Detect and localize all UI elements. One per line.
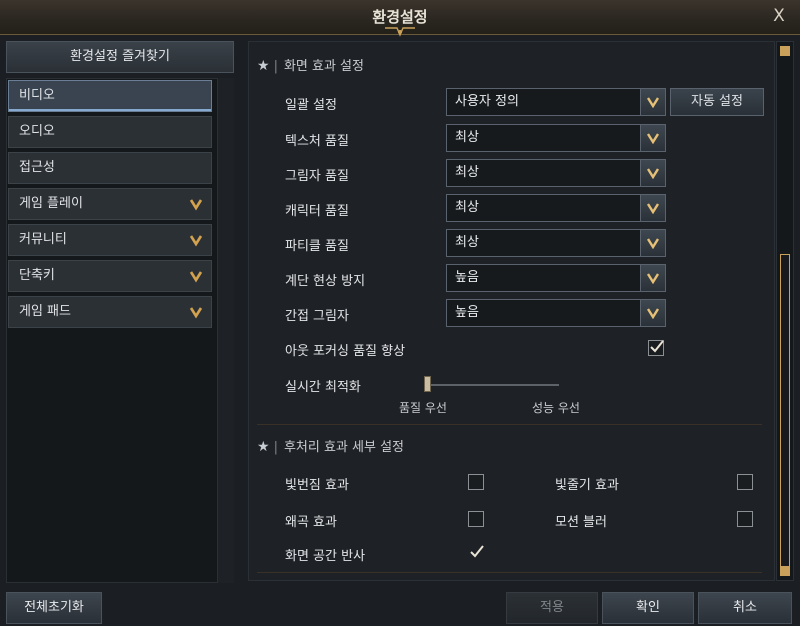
section-title: 화면 효과 설정 — [283, 59, 364, 74]
preset-dropdown[interactable]: 사용자 정의 — [446, 88, 666, 116]
distortion-label: 왜곡 효과 — [285, 515, 337, 530]
section-divider — [257, 424, 762, 425]
ssr-label: 화면 공간 반사 — [285, 549, 366, 564]
chevron-down-icon — [189, 235, 203, 247]
light-shaft-checkbox[interactable] — [737, 474, 753, 490]
auto-setting-button[interactable]: 자동 설정 — [670, 88, 764, 116]
dropdown-value: 높음 — [455, 270, 479, 285]
chevron-down-icon[interactable] — [640, 194, 666, 222]
section-title: 후처리 효과 세부 설정 — [283, 440, 404, 455]
dropdown-value: 최상 — [455, 130, 479, 145]
reset-all-button[interactable]: 전체초기화 — [6, 592, 102, 624]
category-scrollbar[interactable] — [217, 78, 234, 583]
chevron-down-icon[interactable] — [640, 124, 666, 152]
texture-quality-label: 텍스처 품질 — [285, 134, 349, 149]
sidebar-item-label: 게임 패드 — [19, 304, 71, 319]
scroll-down-arrow[interactable] — [780, 566, 790, 576]
slider-min-label: 품질 우선 — [399, 401, 447, 415]
character-quality-dropdown[interactable]: 최상 — [446, 194, 666, 222]
sidebar-item-video[interactable]: 비디오 — [8, 80, 212, 112]
star-icon: ★ — [257, 58, 270, 74]
close-button[interactable]: X — [768, 5, 790, 27]
sidebar-item-shortcuts[interactable]: 단축키 — [8, 260, 212, 292]
window-title: 환경설정 — [372, 8, 428, 26]
chevron-down-icon — [189, 307, 203, 319]
sidebar-item-accessibility[interactable]: 접근성 — [8, 152, 212, 184]
distortion-checkbox[interactable] — [468, 511, 484, 527]
apply-button[interactable]: 적용 — [506, 592, 598, 624]
chevron-down-icon[interactable] — [640, 88, 666, 116]
dropdown-value: 최상 — [455, 165, 479, 180]
star-icon: ★ — [257, 439, 270, 455]
realtime-slider-track[interactable] — [427, 384, 559, 386]
motion-blur-checkbox[interactable] — [737, 511, 753, 527]
section-header-screen-effects: ★ | 화면 효과 설정 — [257, 58, 364, 74]
scroll-thumb[interactable] — [780, 254, 790, 574]
slider-max-label: 성능 우선 — [532, 401, 580, 415]
dropdown-value: 사용자 정의 — [455, 94, 519, 109]
check-icon — [650, 340, 664, 353]
title-bar: 환경설정 X — [0, 0, 800, 37]
particle-quality-dropdown[interactable]: 최상 — [446, 229, 666, 257]
chevron-down-icon — [189, 271, 203, 283]
sidebar-item-label: 오디오 — [19, 124, 55, 139]
preset-label: 일괄 설정 — [285, 98, 337, 113]
outfocus-checkbox[interactable] — [648, 340, 664, 356]
sidebar-item-community[interactable]: 커뮤니티 — [8, 224, 212, 256]
shadow-quality-label: 그림자 품질 — [285, 169, 349, 184]
chevron-down-icon[interactable] — [640, 264, 666, 292]
chevron-down-icon[interactable] — [640, 229, 666, 257]
sidebar-item-gameplay[interactable]: 게임 플레이 — [8, 188, 212, 220]
favorites-button[interactable]: 환경설정 즐겨찾기 — [6, 41, 234, 73]
sidebar-item-label: 접근성 — [19, 160, 55, 175]
shadow-quality-dropdown[interactable]: 최상 — [446, 159, 666, 187]
sidebar-item-gamepad[interactable]: 게임 패드 — [8, 296, 212, 328]
sidebar-item-label: 비디오 — [19, 88, 55, 103]
settings-scrollbar[interactable] — [776, 41, 794, 581]
ok-button[interactable]: 확인 — [602, 592, 694, 624]
bloom-label: 빛번짐 효과 — [285, 478, 349, 493]
dropdown-value: 최상 — [455, 235, 479, 250]
antialiasing-dropdown[interactable]: 높음 — [446, 264, 666, 292]
motion-blur-label: 모션 블러 — [555, 515, 607, 530]
antialiasing-label: 계단 현상 방지 — [285, 274, 366, 289]
realtime-optimization-label: 실시간 최적화 — [285, 380, 361, 395]
chevron-down-icon[interactable] — [640, 159, 666, 187]
cancel-button[interactable]: 취소 — [698, 592, 792, 624]
dropdown-value: 높음 — [455, 305, 479, 320]
realtime-slider-handle[interactable] — [424, 376, 431, 392]
settings-panel: ★ | 화면 효과 설정 일괄 설정 사용자 정의 자동 설정 텍스처 품질 최상 … — [248, 41, 775, 581]
sidebar-item-audio[interactable]: 오디오 — [8, 116, 212, 148]
sidebar-item-label: 커뮤니티 — [19, 232, 67, 247]
dropdown-value: 최상 — [455, 200, 479, 215]
sidebar-item-label: 게임 플레이 — [19, 196, 83, 211]
section-divider — [257, 572, 762, 573]
indirect-shadow-label: 간접 그림자 — [285, 309, 349, 324]
outfocus-label: 아웃 포커싱 품질 향상 — [285, 344, 406, 359]
title-ornament-icon — [385, 27, 415, 37]
texture-quality-dropdown[interactable]: 최상 — [446, 124, 666, 152]
character-quality-label: 캐릭터 품질 — [285, 204, 349, 219]
chevron-down-icon[interactable] — [640, 299, 666, 327]
light-shaft-label: 빛줄기 효과 — [555, 478, 619, 493]
bloom-checkbox[interactable] — [468, 474, 484, 490]
chevron-down-icon — [189, 199, 203, 211]
scroll-up-arrow[interactable] — [780, 46, 790, 56]
ssr-checkbox[interactable] — [468, 545, 484, 561]
check-icon — [470, 545, 484, 558]
indirect-shadow-dropdown[interactable]: 높음 — [446, 299, 666, 327]
section-header-post-process: ★ | 후처리 효과 세부 설정 — [257, 439, 404, 455]
particle-quality-label: 파티클 품질 — [285, 239, 349, 254]
sidebar-item-label: 단축키 — [19, 268, 55, 283]
